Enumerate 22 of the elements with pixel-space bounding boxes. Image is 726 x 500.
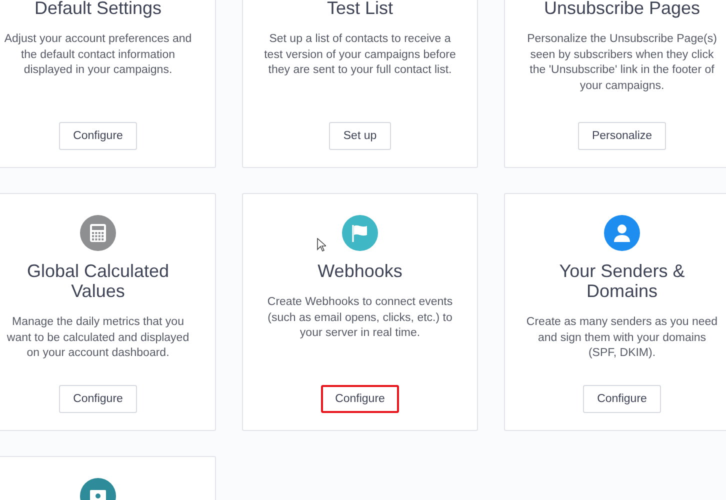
card-title: Unsubscribe Pages xyxy=(544,0,700,18)
flag-icon xyxy=(350,223,370,243)
card-title: Your Senders & Domains xyxy=(558,261,686,301)
card-title: Global Calculated Values xyxy=(26,261,170,301)
card-button[interactable]: Personalize xyxy=(578,122,666,150)
card-button[interactable]: Configure xyxy=(59,385,137,413)
card-description: Personalize the Unsubscribe Page(s) seen by subscribers when they click the 'Unsubscribe' link in the footer of your campaigns. xyxy=(526,32,718,94)
card-title: Webhooks xyxy=(318,261,402,281)
person-icon xyxy=(613,223,631,243)
calculator-icon xyxy=(89,223,107,243)
card-description: Adjust your account preferences and the default contact information displayed in your campaigns. xyxy=(3,32,193,78)
card-title: Test List xyxy=(326,0,394,18)
card-description: Create as many senders as you need and sign them with your domains (SPF, DKIM). xyxy=(525,315,719,361)
card-description: Create Webhooks to connect events (such as email opens, clicks, etc.) to your server in real time. xyxy=(266,295,454,341)
card-description: Manage the daily metrics that you want to be calculated and displayed on your account dashboard. xyxy=(6,315,190,361)
card-title: Default Settings xyxy=(34,0,162,18)
card-button[interactable]: Set up xyxy=(329,122,391,150)
card-button[interactable]: Configure xyxy=(59,122,137,150)
card-button[interactable]: Configure xyxy=(583,385,661,413)
card-description: Set up a list of contacts to receive a test version of your campaigns before they are sent to your full contact list. xyxy=(263,32,457,78)
mouse-cursor-icon xyxy=(317,238,326,252)
card-button[interactable]: Configure xyxy=(321,385,399,413)
